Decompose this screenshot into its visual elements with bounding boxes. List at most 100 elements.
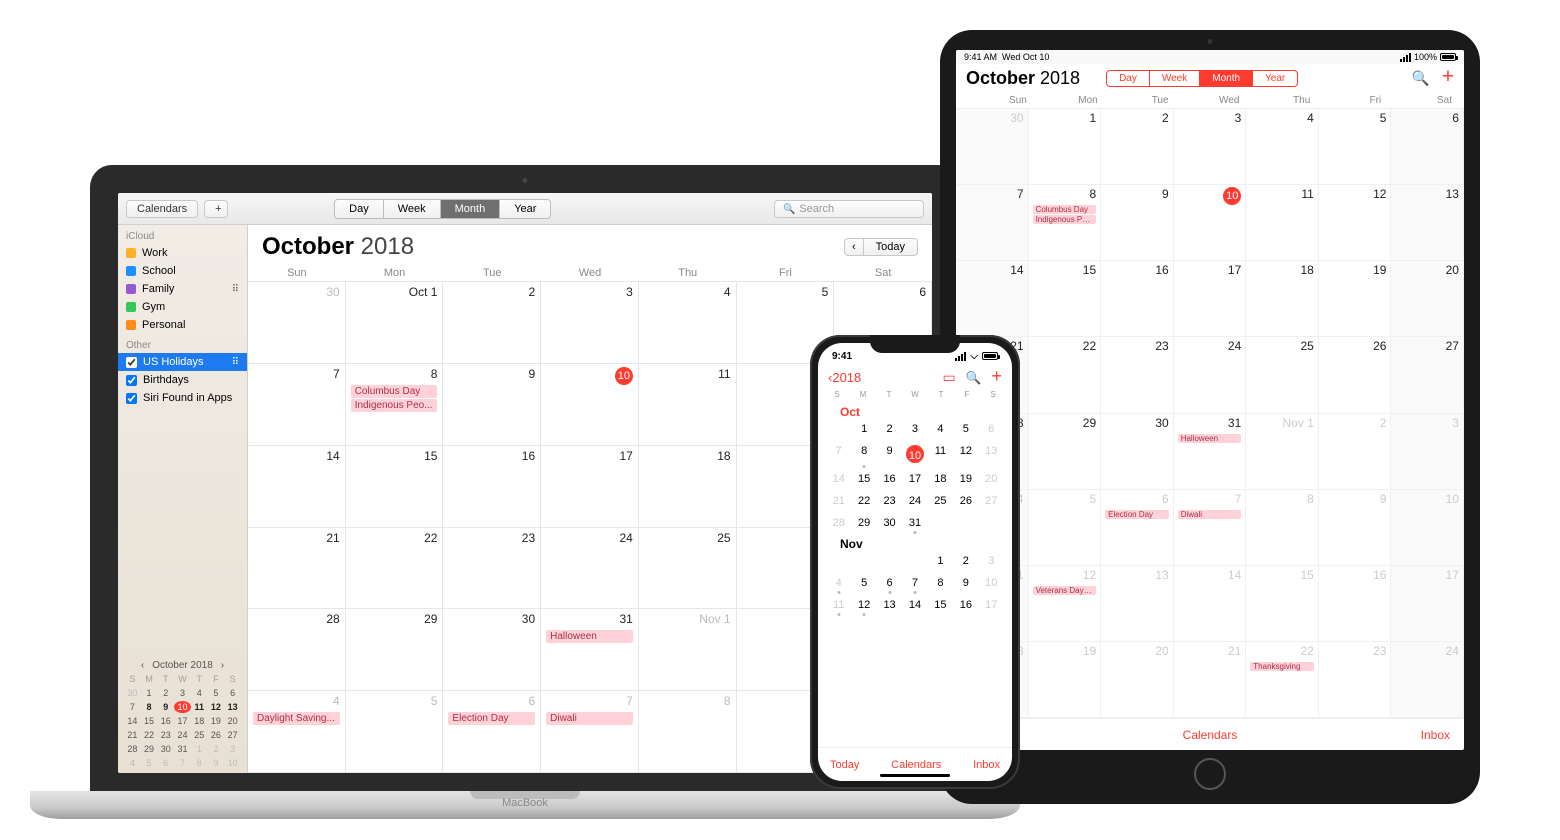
day-cell[interactable]: 5 xyxy=(346,691,444,773)
day-cell[interactable]: 9 xyxy=(443,364,541,446)
add-event-button[interactable]: + xyxy=(204,200,228,218)
day-cell[interactable]: 17 xyxy=(979,597,1004,613)
inbox-button[interactable]: Inbox xyxy=(1421,728,1450,742)
day-cell[interactable]: Nov 1 xyxy=(1246,414,1319,490)
day-cell[interactable]: 2 xyxy=(443,282,541,364)
calendar-us-holidays[interactable]: US Holidays⠿ xyxy=(118,353,247,371)
calendar-checkbox[interactable] xyxy=(126,393,137,404)
event-chip[interactable]: Election Day xyxy=(448,712,535,725)
search-icon[interactable] xyxy=(1412,70,1430,88)
day-cell[interactable]: 6Election Day xyxy=(443,691,541,773)
day-cell[interactable]: 12 xyxy=(1319,185,1392,261)
day-cell[interactable]: 7 xyxy=(826,443,851,465)
day-cell[interactable]: 28 xyxy=(248,609,346,691)
day-cell[interactable]: 21 xyxy=(1174,642,1247,718)
day-cell[interactable] xyxy=(953,515,978,531)
mini-next-button[interactable] xyxy=(221,660,224,671)
day-cell[interactable]: 10 xyxy=(979,575,1004,591)
calendar-work[interactable]: Work xyxy=(118,244,247,262)
day-cell[interactable]: 17 xyxy=(1174,261,1247,337)
day-cell[interactable]: 11 xyxy=(639,364,737,446)
day-cell[interactable]: 26 xyxy=(1319,337,1392,413)
day-cell[interactable]: 3 xyxy=(979,553,1004,569)
day-cell[interactable]: 14 xyxy=(248,446,346,528)
event-chip[interactable]: Indigenous Peop... xyxy=(1033,215,1097,224)
day-cell[interactable]: 6 xyxy=(877,575,902,591)
day-cell[interactable]: 10 xyxy=(1391,490,1464,566)
day-cell[interactable] xyxy=(826,421,851,437)
day-cell[interactable]: 14 xyxy=(1174,566,1247,642)
day-cell[interactable]: 29 xyxy=(346,609,444,691)
view-month[interactable]: Month xyxy=(441,200,501,218)
day-cell[interactable]: 16 xyxy=(1319,566,1392,642)
day-cell[interactable]: 19 xyxy=(1029,642,1102,718)
today-button[interactable]: Today xyxy=(863,238,918,256)
day-cell[interactable]: 20 xyxy=(979,471,1004,487)
month-grid[interactable]: 3012345678Columbus DayIndigenous Peop...… xyxy=(956,109,1464,718)
day-cell[interactable]: 3 xyxy=(541,282,639,364)
day-cell[interactable]: 4 xyxy=(1246,109,1319,185)
event-chip[interactable]: Thanksgiving xyxy=(1250,662,1314,671)
day-cell[interactable]: 3 xyxy=(902,421,927,437)
day-cell[interactable] xyxy=(979,515,1004,531)
day-cell[interactable]: 13 xyxy=(1101,566,1174,642)
calendar-school[interactable]: School xyxy=(118,262,247,280)
add-event-button[interactable] xyxy=(991,369,1002,386)
day-cell[interactable]: 18 xyxy=(928,471,953,487)
list-view-icon[interactable]: ▭ xyxy=(942,369,955,386)
day-cell[interactable] xyxy=(902,553,927,569)
day-cell[interactable]: 7 xyxy=(248,364,346,446)
month-label-oct[interactable]: Oct xyxy=(824,401,1006,419)
day-cell[interactable]: 2 xyxy=(953,553,978,569)
day-cell[interactable]: 12Veterans Day (o... xyxy=(1029,566,1102,642)
day-cell[interactable]: 8Columbus DayIndigenous Peop... xyxy=(1029,185,1102,261)
day-cell[interactable]: 31Halloween xyxy=(541,609,639,691)
day-cell[interactable]: 17 xyxy=(902,471,927,487)
day-cell[interactable]: 18 xyxy=(639,446,737,528)
event-chip[interactable]: Halloween xyxy=(546,630,633,643)
day-cell[interactable]: 16 xyxy=(877,471,902,487)
event-chip[interactable]: Indigenous Peo... xyxy=(351,399,438,412)
day-cell[interactable]: 14 xyxy=(956,261,1029,337)
calendar-personal[interactable]: Personal xyxy=(118,316,247,334)
view-year[interactable]: Year xyxy=(1253,71,1297,86)
day-cell[interactable]: 7 xyxy=(902,575,927,591)
event-chip[interactable]: Diwali xyxy=(1178,510,1242,519)
day-cell[interactable]: 15 xyxy=(928,597,953,613)
day-cell[interactable]: 27 xyxy=(1391,337,1464,413)
event-chip[interactable]: Columbus Day xyxy=(1033,205,1097,214)
day-cell[interactable] xyxy=(851,553,876,569)
calendars-button[interactable]: Calendars xyxy=(1183,728,1238,742)
day-cell[interactable]: 31Halloween xyxy=(1174,414,1247,490)
day-cell[interactable]: 20 xyxy=(1101,642,1174,718)
day-cell[interactable]: 8Columbus DayIndigenous Peo... xyxy=(346,364,444,446)
day-cell[interactable]: 5 xyxy=(851,575,876,591)
inbox-button[interactable]: Inbox xyxy=(973,759,1000,771)
day-cell[interactable]: 1 xyxy=(928,553,953,569)
day-cell[interactable]: Oct 1 xyxy=(346,282,444,364)
add-event-button[interactable] xyxy=(1442,70,1454,88)
day-cell[interactable]: 1 xyxy=(851,421,876,437)
day-cell[interactable]: 4 xyxy=(928,421,953,437)
calendar-gym[interactable]: Gym xyxy=(118,298,247,316)
day-cell[interactable]: 23 xyxy=(443,528,541,610)
day-cell[interactable]: 5 xyxy=(953,421,978,437)
search-icon[interactable] xyxy=(966,369,982,386)
calendar-family[interactable]: Family⠿ xyxy=(118,280,247,298)
day-cell[interactable]: 4 xyxy=(639,282,737,364)
day-cell[interactable]: 30 xyxy=(956,109,1029,185)
calendars-toggle-button[interactable]: Calendars xyxy=(126,200,198,218)
back-button[interactable]: 2018 xyxy=(828,370,861,385)
day-cell[interactable]: 24 xyxy=(541,528,639,610)
event-chip[interactable]: Daylight Saving... xyxy=(253,712,340,725)
day-cell[interactable]: 13 xyxy=(979,443,1004,465)
search-field[interactable]: Search xyxy=(774,200,924,218)
day-cell[interactable]: 8 xyxy=(1246,490,1319,566)
day-cell[interactable]: 5 xyxy=(1029,490,1102,566)
day-cell[interactable]: 12 xyxy=(953,443,978,465)
day-cell[interactable]: 25 xyxy=(1246,337,1319,413)
today-button[interactable]: Today xyxy=(830,759,859,771)
day-cell[interactable]: 29 xyxy=(851,515,876,531)
day-cell[interactable]: 31 xyxy=(902,515,927,531)
day-cell[interactable]: 13 xyxy=(877,597,902,613)
